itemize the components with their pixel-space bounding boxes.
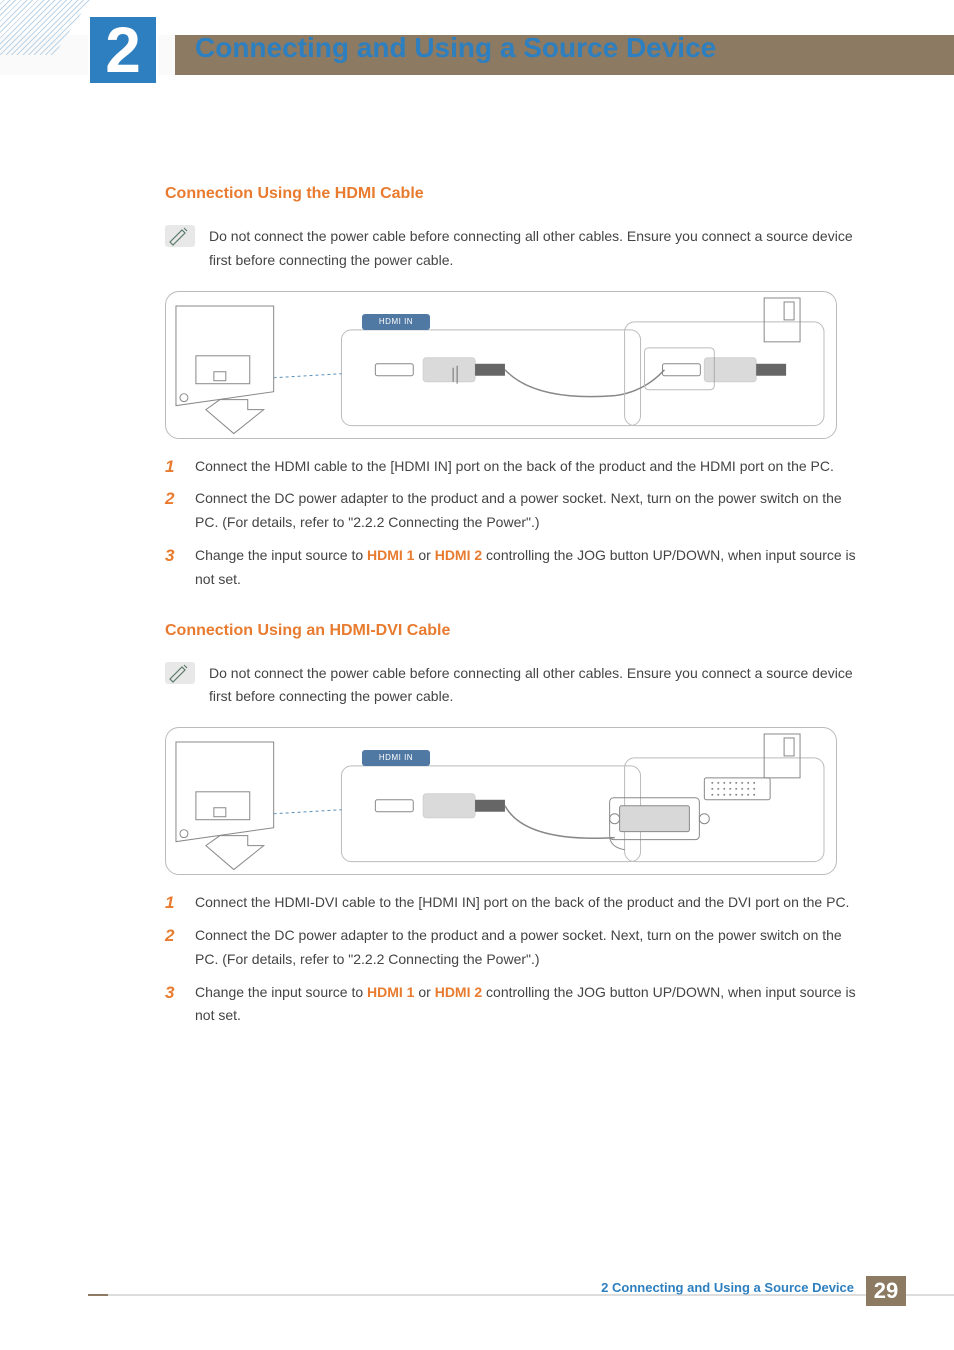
step-item: Change the input source to HDMI 1 or HDM… [165, 544, 860, 592]
port-label-hdmi: HDMI IN [362, 750, 430, 766]
header-hatch-decoration [0, 0, 90, 55]
highlight-text: HDMI 1 [367, 984, 414, 1000]
highlight-text: HDMI 1 [367, 547, 414, 563]
step-text: or [414, 547, 434, 563]
step-text: Connect the HDMI-DVI cable to the [HDMI … [195, 894, 849, 910]
step-item: Connect the HDMI-DVI cable to the [HDMI … [165, 891, 860, 915]
note-icon [165, 225, 195, 247]
note-icon [165, 662, 195, 684]
page-footer: 2 Connecting and Using a Source Device 2… [0, 1280, 954, 1310]
chapter-number: 2 [105, 18, 141, 82]
step-text: Connect the DC power adapter to the prod… [195, 927, 842, 967]
note-text: Do not connect the power cable before co… [209, 225, 860, 273]
section-heading-hdmi-dvi: Connection Using an HDMI-DVI Cable [165, 622, 860, 640]
step-text: Connect the DC power adapter to the prod… [195, 490, 842, 530]
footer-rule-accent [88, 1294, 108, 1296]
step-item: Connect the DC power adapter to the prod… [165, 924, 860, 972]
page-number: 29 [866, 1276, 906, 1306]
step-text: Connect the HDMI cable to the [HDMI IN] … [195, 458, 834, 474]
step-text: Change the input source to [195, 984, 367, 1000]
step-item: Connect the DC power adapter to the prod… [165, 487, 860, 535]
step-text: Change the input source to [195, 547, 367, 563]
chapter-title: Connecting and Using a Source Device [195, 32, 716, 64]
highlight-text: HDMI 2 [435, 984, 482, 1000]
step-item: Change the input source to HDMI 1 or HDM… [165, 981, 860, 1029]
step-text: or [414, 984, 434, 1000]
highlight-text: HDMI 2 [435, 547, 482, 563]
note-row: Do not connect the power cable before co… [165, 225, 860, 273]
page-content: Connection Using the HDMI Cable Do not c… [165, 185, 860, 1058]
step-item: Connect the HDMI cable to the [HDMI IN] … [165, 455, 860, 479]
connection-diagram-hdmi: HDMI IN [165, 291, 837, 439]
connection-diagram-hdmi-dvi: HDMI IN [165, 727, 837, 875]
steps-list-hdmi: Connect the HDMI cable to the [HDMI IN] … [165, 455, 860, 592]
chapter-number-box: 2 [88, 15, 158, 85]
steps-list-hdmi-dvi: Connect the HDMI-DVI cable to the [HDMI … [165, 891, 860, 1028]
section-heading-hdmi: Connection Using the HDMI Cable [165, 185, 860, 203]
footer-chapter-text: 2 Connecting and Using a Source Device [601, 1280, 854, 1295]
port-label-hdmi: HDMI IN [362, 314, 430, 330]
note-text: Do not connect the power cable before co… [209, 662, 860, 710]
note-row: Do not connect the power cable before co… [165, 662, 860, 710]
